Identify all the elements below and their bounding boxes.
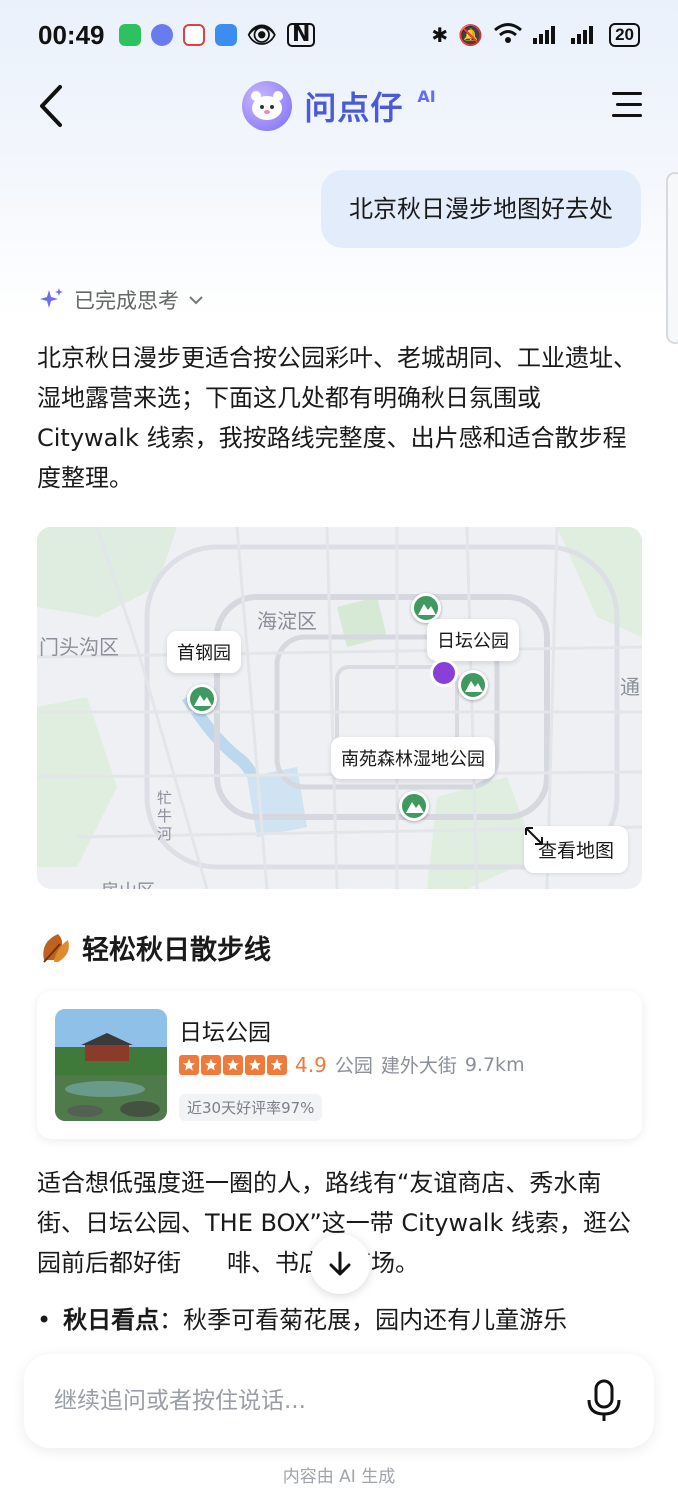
map-pin[interactable] xyxy=(458,670,488,700)
mountain-icon xyxy=(465,681,483,692)
brand: 问点仔 AI xyxy=(242,81,436,131)
input-bar xyxy=(24,1354,654,1448)
ai-disclaimer: 内容由 AI 生成 xyxy=(282,1467,396,1487)
poi-meta: 4.9 公园 建外大街 9.7km xyxy=(179,1051,525,1078)
map-pin[interactable] xyxy=(399,791,429,821)
voice-button[interactable] xyxy=(584,1378,624,1424)
map-pin-label[interactable]: 南苑森林湿地公园 xyxy=(331,737,495,779)
map-pin-label[interactable]: 首钢园 xyxy=(167,631,241,673)
poi-name: 日坛公园 xyxy=(179,1020,271,1046)
nfc-icon: N xyxy=(286,23,316,47)
ai-badge: AI xyxy=(417,86,436,106)
bullet-label: 秋日看点 xyxy=(63,1306,160,1334)
chat-input[interactable] xyxy=(54,1388,584,1414)
map-area-label: 海淀区 xyxy=(257,609,317,633)
battery-indicator: 20 xyxy=(609,23,640,47)
eye-icon: 👁 xyxy=(246,21,277,49)
status-time: 00:49 xyxy=(38,19,105,50)
answer-intro: 北京秋日漫步更适合按公园彩叶、老城胡同、工业遗址、湿地露营来选；下面这几处都有明… xyxy=(37,344,637,492)
side-drawer-handle[interactable] xyxy=(666,172,678,344)
app-title: 问点仔 xyxy=(304,89,404,127)
signal-icon xyxy=(533,21,561,50)
view-map-label: 查看地图 xyxy=(537,840,614,862)
poi-category: 公园 xyxy=(334,1055,373,1077)
arrow-down-icon xyxy=(329,1251,351,1276)
chevron-left-icon xyxy=(40,85,62,127)
map-area-label: 房山区 xyxy=(101,877,155,889)
menu-icon xyxy=(612,92,642,117)
scroll-down-button[interactable] xyxy=(310,1234,370,1294)
chevron-down-icon xyxy=(189,296,203,305)
poi-card[interactable]: 日坛公园 4.9 公园 建外大街 9.7km 近30天好评率97% xyxy=(37,991,642,1139)
map-area-label: 门头沟区 xyxy=(39,635,119,659)
autumn-leaf-icon xyxy=(43,933,69,963)
mountain-icon xyxy=(406,802,424,813)
poi-thumbnail xyxy=(55,1009,167,1121)
star-icon xyxy=(201,1054,221,1075)
wechat-icon xyxy=(118,24,141,46)
star-icon xyxy=(267,1054,287,1075)
bullet-dot: • xyxy=(37,1306,52,1334)
map-pin[interactable] xyxy=(187,684,217,714)
map-area-label: 通 xyxy=(620,675,640,699)
user-message-bubble: 北京秋日漫步地图好去处 xyxy=(321,170,641,248)
map-preview[interactable]: 海淀区 门头沟区 通 牤牛河 房山区 首钢园 日坛公园 南苑森林湿地公园 查看地… xyxy=(37,527,642,889)
map-pin-label[interactable]: 日坛公园 xyxy=(427,619,519,661)
music-icon xyxy=(150,24,173,46)
menu-button[interactable] xyxy=(610,89,644,121)
thinking-label: 已完成思考 xyxy=(74,289,179,313)
bullet-text: ：秋季可看菊花展，园内还有儿童游乐 xyxy=(159,1306,568,1334)
poi-distance: 9.7km xyxy=(464,1053,525,1076)
microphone-icon xyxy=(587,1379,621,1421)
mountain-icon xyxy=(194,695,212,706)
section-heading: 轻松秋日散步线 xyxy=(38,928,271,967)
current-location-icon xyxy=(430,659,458,687)
star-icon xyxy=(245,1054,265,1075)
sparkle-icon xyxy=(40,288,63,308)
poi-rating: 4.9 xyxy=(295,1052,327,1077)
mute-icon: 🔕 xyxy=(458,23,484,47)
bluetooth-icon: ✱ xyxy=(431,23,449,47)
wifi-icon xyxy=(493,21,523,50)
header: 问点仔 AI xyxy=(0,75,678,137)
expand-icon xyxy=(524,827,543,845)
poi-location: 建外大街 xyxy=(380,1055,457,1077)
map-area-label: 牤牛河 xyxy=(157,789,173,843)
mountain-icon xyxy=(418,604,436,615)
section-title: 轻松秋日散步线 xyxy=(82,935,271,966)
back-button[interactable] xyxy=(32,83,72,129)
signal-icon-2 xyxy=(571,21,599,50)
star-icon xyxy=(179,1054,199,1075)
rating-stars xyxy=(179,1054,287,1075)
status-bar: 00:49 👁 N ✱ 🔕 20 xyxy=(0,0,678,70)
star-icon xyxy=(223,1054,243,1075)
poi-review-tag: 近30天好评率97% xyxy=(179,1094,323,1121)
calendar-icon xyxy=(182,24,205,46)
mascot-logo-icon xyxy=(242,81,293,131)
bullet-item: • 秋日看点：秋季可看菊花展，园内还有儿童游乐 xyxy=(37,1300,567,1340)
view-map-button[interactable]: 查看地图 xyxy=(523,826,628,873)
weather-icon xyxy=(214,24,237,46)
thinking-toggle[interactable]: 已完成思考 xyxy=(38,285,205,315)
